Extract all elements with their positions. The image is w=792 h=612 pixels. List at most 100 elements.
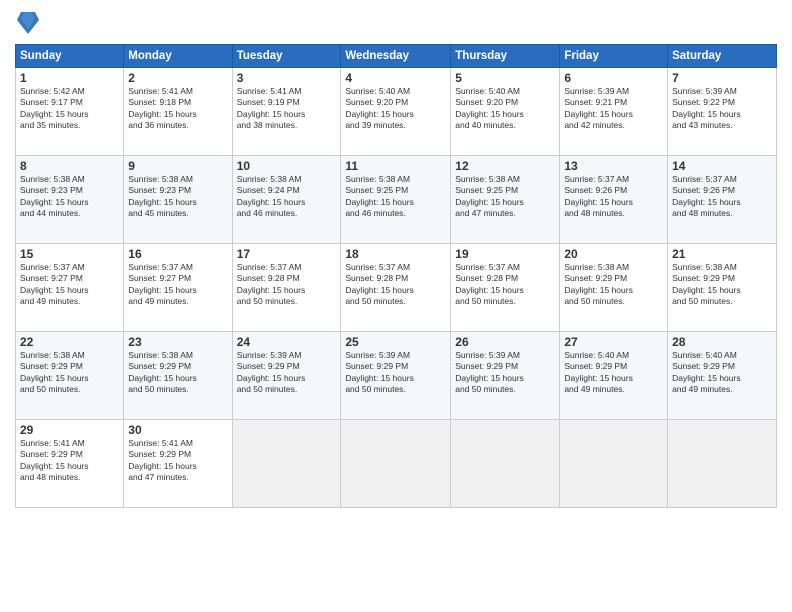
week-row-4: 22Sunrise: 5:38 AM Sunset: 9:29 PM Dayli…	[16, 332, 777, 420]
day-info: Sunrise: 5:38 AM Sunset: 9:29 PM Dayligh…	[20, 350, 119, 396]
day-number: 9	[128, 159, 227, 173]
day-number: 13	[564, 159, 663, 173]
day-info: Sunrise: 5:37 AM Sunset: 9:28 PM Dayligh…	[455, 262, 555, 308]
day-number: 8	[20, 159, 119, 173]
day-info: Sunrise: 5:37 AM Sunset: 9:26 PM Dayligh…	[564, 174, 663, 220]
day-info: Sunrise: 5:37 AM Sunset: 9:28 PM Dayligh…	[345, 262, 446, 308]
weekday-tuesday: Tuesday	[232, 45, 341, 68]
day-cell: 13Sunrise: 5:37 AM Sunset: 9:26 PM Dayli…	[560, 156, 668, 244]
day-info: Sunrise: 5:40 AM Sunset: 9:20 PM Dayligh…	[345, 86, 446, 132]
day-cell: 5Sunrise: 5:40 AM Sunset: 9:20 PM Daylig…	[451, 68, 560, 156]
day-info: Sunrise: 5:38 AM Sunset: 9:29 PM Dayligh…	[128, 350, 227, 396]
day-info: Sunrise: 5:40 AM Sunset: 9:29 PM Dayligh…	[672, 350, 772, 396]
day-cell: 6Sunrise: 5:39 AM Sunset: 9:21 PM Daylig…	[560, 68, 668, 156]
day-cell: 17Sunrise: 5:37 AM Sunset: 9:28 PM Dayli…	[232, 244, 341, 332]
day-cell: 10Sunrise: 5:38 AM Sunset: 9:24 PM Dayli…	[232, 156, 341, 244]
logo	[15, 10, 39, 36]
day-number: 6	[564, 71, 663, 85]
day-info: Sunrise: 5:39 AM Sunset: 9:29 PM Dayligh…	[237, 350, 337, 396]
weekday-thursday: Thursday	[451, 45, 560, 68]
day-cell	[341, 420, 451, 508]
day-cell	[560, 420, 668, 508]
week-row-2: 8Sunrise: 5:38 AM Sunset: 9:23 PM Daylig…	[16, 156, 777, 244]
day-number: 16	[128, 247, 227, 261]
weekday-monday: Monday	[124, 45, 232, 68]
day-cell: 29Sunrise: 5:41 AM Sunset: 9:29 PM Dayli…	[16, 420, 124, 508]
day-cell: 12Sunrise: 5:38 AM Sunset: 9:25 PM Dayli…	[451, 156, 560, 244]
day-info: Sunrise: 5:38 AM Sunset: 9:29 PM Dayligh…	[672, 262, 772, 308]
day-number: 2	[128, 71, 227, 85]
day-number: 30	[128, 423, 227, 437]
day-info: Sunrise: 5:37 AM Sunset: 9:28 PM Dayligh…	[237, 262, 337, 308]
week-row-5: 29Sunrise: 5:41 AM Sunset: 9:29 PM Dayli…	[16, 420, 777, 508]
day-info: Sunrise: 5:37 AM Sunset: 9:27 PM Dayligh…	[128, 262, 227, 308]
day-cell: 3Sunrise: 5:41 AM Sunset: 9:19 PM Daylig…	[232, 68, 341, 156]
weekday-sunday: Sunday	[16, 45, 124, 68]
day-info: Sunrise: 5:39 AM Sunset: 9:29 PM Dayligh…	[455, 350, 555, 396]
day-info: Sunrise: 5:38 AM Sunset: 9:24 PM Dayligh…	[237, 174, 337, 220]
day-info: Sunrise: 5:38 AM Sunset: 9:23 PM Dayligh…	[20, 174, 119, 220]
day-cell: 15Sunrise: 5:37 AM Sunset: 9:27 PM Dayli…	[16, 244, 124, 332]
day-info: Sunrise: 5:41 AM Sunset: 9:18 PM Dayligh…	[128, 86, 227, 132]
day-info: Sunrise: 5:40 AM Sunset: 9:29 PM Dayligh…	[564, 350, 663, 396]
day-number: 29	[20, 423, 119, 437]
day-number: 21	[672, 247, 772, 261]
page-header	[15, 10, 777, 36]
day-number: 4	[345, 71, 446, 85]
day-number: 5	[455, 71, 555, 85]
day-cell: 22Sunrise: 5:38 AM Sunset: 9:29 PM Dayli…	[16, 332, 124, 420]
day-cell: 1Sunrise: 5:42 AM Sunset: 9:17 PM Daylig…	[16, 68, 124, 156]
logo-icon	[17, 10, 39, 36]
day-number: 24	[237, 335, 337, 349]
day-number: 11	[345, 159, 446, 173]
weekday-saturday: Saturday	[668, 45, 777, 68]
day-cell	[451, 420, 560, 508]
weekday-friday: Friday	[560, 45, 668, 68]
day-number: 10	[237, 159, 337, 173]
day-number: 3	[237, 71, 337, 85]
day-number: 28	[672, 335, 772, 349]
day-cell: 28Sunrise: 5:40 AM Sunset: 9:29 PM Dayli…	[668, 332, 777, 420]
day-cell: 8Sunrise: 5:38 AM Sunset: 9:23 PM Daylig…	[16, 156, 124, 244]
day-cell: 11Sunrise: 5:38 AM Sunset: 9:25 PM Dayli…	[341, 156, 451, 244]
day-cell: 21Sunrise: 5:38 AM Sunset: 9:29 PM Dayli…	[668, 244, 777, 332]
day-cell: 2Sunrise: 5:41 AM Sunset: 9:18 PM Daylig…	[124, 68, 232, 156]
day-info: Sunrise: 5:38 AM Sunset: 9:25 PM Dayligh…	[345, 174, 446, 220]
day-number: 18	[345, 247, 446, 261]
day-cell: 9Sunrise: 5:38 AM Sunset: 9:23 PM Daylig…	[124, 156, 232, 244]
day-info: Sunrise: 5:38 AM Sunset: 9:23 PM Dayligh…	[128, 174, 227, 220]
day-cell: 26Sunrise: 5:39 AM Sunset: 9:29 PM Dayli…	[451, 332, 560, 420]
day-cell: 18Sunrise: 5:37 AM Sunset: 9:28 PM Dayli…	[341, 244, 451, 332]
day-number: 19	[455, 247, 555, 261]
day-cell: 20Sunrise: 5:38 AM Sunset: 9:29 PM Dayli…	[560, 244, 668, 332]
day-cell	[668, 420, 777, 508]
day-cell: 14Sunrise: 5:37 AM Sunset: 9:26 PM Dayli…	[668, 156, 777, 244]
day-info: Sunrise: 5:39 AM Sunset: 9:21 PM Dayligh…	[564, 86, 663, 132]
day-number: 27	[564, 335, 663, 349]
day-number: 23	[128, 335, 227, 349]
day-number: 25	[345, 335, 446, 349]
day-cell: 4Sunrise: 5:40 AM Sunset: 9:20 PM Daylig…	[341, 68, 451, 156]
day-number: 12	[455, 159, 555, 173]
day-cell	[232, 420, 341, 508]
day-info: Sunrise: 5:37 AM Sunset: 9:26 PM Dayligh…	[672, 174, 772, 220]
day-number: 20	[564, 247, 663, 261]
day-info: Sunrise: 5:42 AM Sunset: 9:17 PM Dayligh…	[20, 86, 119, 132]
day-number: 15	[20, 247, 119, 261]
day-cell: 24Sunrise: 5:39 AM Sunset: 9:29 PM Dayli…	[232, 332, 341, 420]
weekday-header-row: SundayMondayTuesdayWednesdayThursdayFrid…	[16, 45, 777, 68]
week-row-1: 1Sunrise: 5:42 AM Sunset: 9:17 PM Daylig…	[16, 68, 777, 156]
day-cell: 27Sunrise: 5:40 AM Sunset: 9:29 PM Dayli…	[560, 332, 668, 420]
day-info: Sunrise: 5:41 AM Sunset: 9:29 PM Dayligh…	[20, 438, 119, 484]
day-cell: 16Sunrise: 5:37 AM Sunset: 9:27 PM Dayli…	[124, 244, 232, 332]
day-info: Sunrise: 5:38 AM Sunset: 9:25 PM Dayligh…	[455, 174, 555, 220]
day-number: 17	[237, 247, 337, 261]
day-number: 7	[672, 71, 772, 85]
day-number: 26	[455, 335, 555, 349]
day-info: Sunrise: 5:41 AM Sunset: 9:19 PM Dayligh…	[237, 86, 337, 132]
week-row-3: 15 Sunrise: 5:37 AM Sunset: 9:27 PM Dayli…	[16, 244, 777, 332]
calendar-table: SundayMondayTuesdayWednesdayThursdayFrid…	[15, 44, 777, 508]
day-cell: 19Sunrise: 5:37 AM Sunset: 9:28 PM Dayli…	[451, 244, 560, 332]
day-number: 22	[20, 335, 119, 349]
day-cell: 7Sunrise: 5:39 AM Sunset: 9:22 PM Daylig…	[668, 68, 777, 156]
